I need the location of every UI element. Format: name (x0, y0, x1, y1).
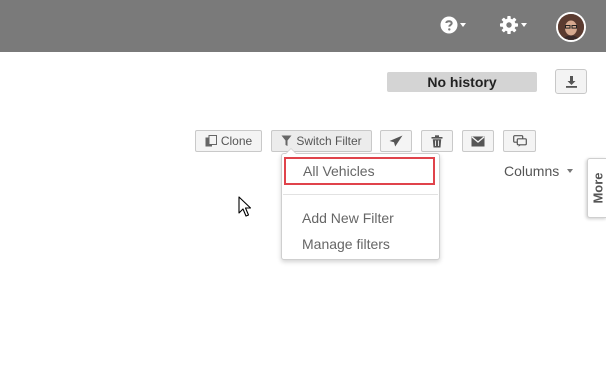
trash-icon (431, 134, 443, 147)
paper-plane-icon (389, 135, 403, 147)
clone-button[interactable]: Clone (195, 130, 262, 152)
delete-button[interactable] (421, 130, 453, 152)
switch-filter-label: Switch Filter (296, 134, 362, 148)
mouse-cursor-icon (238, 196, 252, 217)
question-circle-icon (440, 16, 458, 34)
filter-icon (281, 135, 292, 146)
clone-label: Clone (220, 134, 253, 148)
comments-button[interactable] (503, 130, 536, 152)
gear-icon (500, 16, 518, 34)
download-icon (565, 76, 577, 88)
history-status: No history (387, 72, 537, 92)
history-label: No history (427, 74, 497, 90)
envelope-icon (471, 136, 485, 146)
download-button[interactable] (555, 69, 587, 94)
more-side-tab[interactable]: More (587, 158, 606, 218)
top-header-bar (0, 0, 606, 52)
clone-icon (205, 135, 217, 147)
email-button[interactable] (462, 130, 494, 152)
chevron-down-icon (521, 23, 527, 27)
filter-option-label: All Vehicles (303, 163, 375, 179)
help-menu-button[interactable] (440, 16, 466, 34)
chevron-down-icon (460, 23, 466, 27)
menu-divider (283, 194, 438, 195)
more-tab-label: More (590, 172, 605, 204)
columns-label: Columns (504, 163, 560, 179)
send-button[interactable] (380, 130, 412, 152)
avatar-image (558, 14, 584, 40)
settings-menu-button[interactable] (499, 15, 527, 35)
manage-filters-item[interactable]: Manage filters (302, 236, 390, 252)
switch-filter-menu: All Vehicles Add New Filter Manage filte… (281, 148, 440, 260)
add-new-filter-item[interactable]: Add New Filter (302, 210, 394, 226)
columns-dropdown[interactable]: Columns (504, 163, 574, 179)
filter-option-all-vehicles[interactable]: All Vehicles (284, 157, 435, 185)
user-avatar[interactable] (556, 12, 586, 42)
chevron-down-icon (567, 169, 574, 173)
comments-icon (512, 135, 527, 147)
